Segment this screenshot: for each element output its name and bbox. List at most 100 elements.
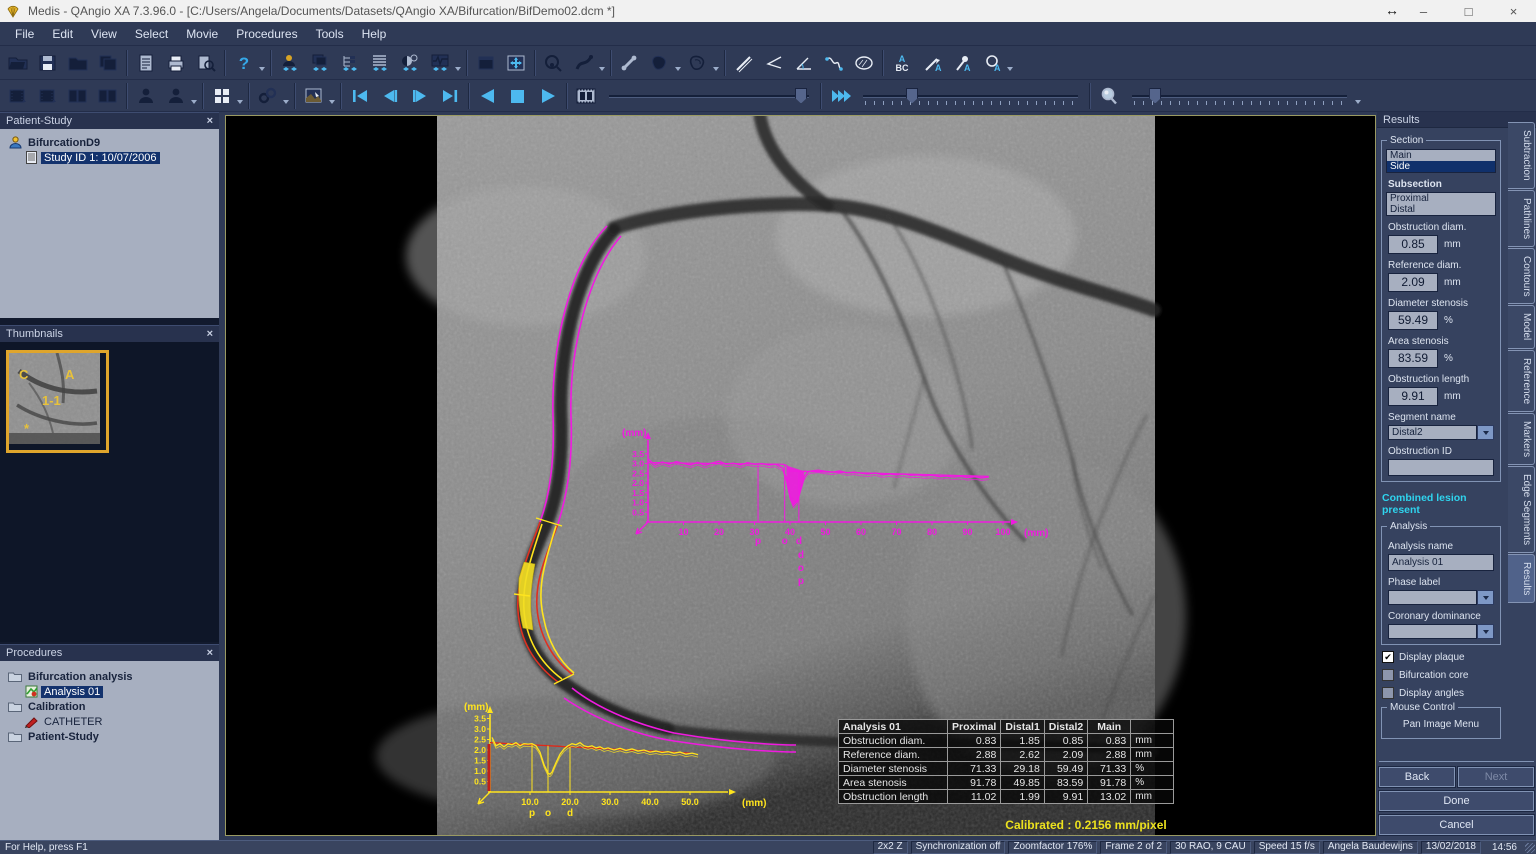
stop-button[interactable] — [503, 82, 533, 110]
checkbox-display-angles[interactable]: Display angles — [1382, 687, 1500, 699]
procedures-tree-label[interactable]: Patient-Study — [25, 731, 102, 743]
patient-list-button[interactable] — [161, 82, 191, 110]
analysis-name-field[interactable]: Analysis 01 — [1388, 554, 1494, 571]
section-option[interactable]: Main — [1387, 150, 1495, 161]
play-reverse-button[interactable] — [473, 82, 503, 110]
menu-view[interactable]: View — [82, 24, 126, 44]
vessel-analysis-button[interactable] — [569, 49, 599, 77]
checkbox-display-plaque[interactable]: ✔Display plaque — [1382, 651, 1500, 663]
next-button[interactable]: Next — [1458, 767, 1534, 787]
print-button[interactable] — [161, 49, 191, 77]
view-2x1-button[interactable] — [63, 82, 93, 110]
tab-subtraction[interactable]: Subtraction — [1508, 122, 1535, 189]
play-button[interactable] — [533, 82, 563, 110]
tab-reference[interactable]: Reference — [1508, 350, 1535, 412]
thumbnail-item[interactable]: CA1-1* — [6, 350, 109, 453]
tab-contours[interactable]: Contours — [1508, 248, 1535, 305]
procedures-tree-label[interactable]: Calibration — [25, 701, 88, 713]
zoom-slider[interactable] — [1132, 87, 1347, 105]
procedures-tree-label[interactable]: CATHETER — [41, 716, 105, 728]
export-button[interactable] — [93, 49, 123, 77]
biplane-analysis-button[interactable] — [683, 49, 713, 77]
viewport-layout-button[interactable] — [207, 82, 237, 110]
distance-measure-button[interactable] — [729, 49, 759, 77]
close-study-button[interactable] — [63, 49, 93, 77]
menu-select[interactable]: Select — [126, 24, 177, 44]
maximize-button[interactable]: □ — [1446, 0, 1491, 22]
patient-tree-item[interactable]: BifurcationD9 — [0, 135, 219, 150]
checkbox-icon[interactable] — [1382, 669, 1394, 681]
checkbox-bifurcation-core[interactable]: Bifurcation core — [1382, 669, 1500, 681]
phase-combo[interactable] — [1388, 590, 1494, 605]
ecg-select-button[interactable] — [425, 49, 455, 77]
menu-edit[interactable]: Edit — [43, 24, 82, 44]
patient-study-close-icon[interactable]: × — [207, 115, 213, 127]
menu-procedures[interactable]: Procedures — [227, 24, 306, 44]
procedures-tree-item[interactable]: Calibration — [0, 699, 219, 714]
report-button[interactable] — [131, 49, 161, 77]
circle-annotation-button-dropdown-icon[interactable] — [1007, 67, 1013, 71]
subsection-option[interactable]: Distal — [1387, 204, 1495, 215]
section-option[interactable]: Side — [1387, 161, 1495, 172]
ventricle-analysis-button[interactable] — [645, 49, 675, 77]
image-tools-button-dropdown-icon[interactable] — [329, 100, 335, 104]
polyline-measure-button[interactable] — [819, 49, 849, 77]
close-button[interactable]: × — [1491, 0, 1536, 22]
help-button-dropdown-icon[interactable] — [259, 67, 265, 71]
resize-grip[interactable] — [1525, 843, 1535, 853]
procedures-tree-item[interactable]: Patient-Study — [0, 729, 219, 744]
cancel-button[interactable]: Cancel — [1379, 815, 1534, 835]
angle-measure-button[interactable] — [759, 49, 789, 77]
mouse-control-value[interactable]: Pan Image Menu — [1386, 716, 1496, 733]
patient-tree-label[interactable]: Study ID 1: 10/07/2006 — [41, 152, 160, 164]
segment-name-combo[interactable]: Distal2 — [1388, 425, 1494, 440]
select-images-button[interactable] — [305, 49, 335, 77]
tab-model[interactable]: Model — [1508, 305, 1535, 348]
help-button[interactable]: ? — [229, 49, 259, 77]
select-list-button[interactable] — [365, 49, 395, 77]
select-patient-button[interactable] — [275, 49, 305, 77]
viewport-layout-button-dropdown-icon[interactable] — [237, 100, 243, 104]
coronary-dominance-dropdown-icon[interactable] — [1477, 624, 1494, 639]
subsection-option[interactable]: Proximal — [1387, 193, 1495, 204]
patient-list-button-dropdown-icon[interactable] — [191, 100, 197, 104]
marker-annotation-button[interactable]: A — [947, 49, 977, 77]
coronary-dominance-combo[interactable] — [1388, 624, 1494, 639]
tab-pathlines[interactable]: Pathlines — [1508, 190, 1535, 247]
link-views-button[interactable] — [253, 82, 283, 110]
area-measure-button[interactable] — [849, 49, 879, 77]
biplane-analysis-button-dropdown-icon[interactable] — [713, 67, 719, 71]
text-annotation-button[interactable]: ABC — [887, 49, 917, 77]
print-preview-button[interactable] — [191, 49, 221, 77]
menu-tools[interactable]: Tools — [307, 24, 353, 44]
play-speed-slider[interactable] — [863, 87, 1078, 105]
select-series-button[interactable] — [335, 49, 365, 77]
back-button[interactable]: Back — [1379, 767, 1455, 787]
frame-position-slider-thumb[interactable] — [795, 88, 807, 104]
frame-position-slider[interactable] — [609, 87, 809, 105]
open-angle-measure-button[interactable] — [789, 49, 819, 77]
patient-tree-label[interactable]: BifurcationD9 — [25, 137, 103, 149]
calibration-button[interactable] — [539, 49, 569, 77]
patient-info-button[interactable] — [131, 82, 161, 110]
window-level-button[interactable] — [395, 49, 425, 77]
image-tools-button[interactable] — [299, 82, 329, 110]
done-button[interactable]: Done — [1379, 791, 1534, 811]
arrow-annotation-button[interactable]: A — [917, 49, 947, 77]
view-1x2-button[interactable] — [33, 82, 63, 110]
segment-analysis-button[interactable] — [615, 49, 645, 77]
new-window-button[interactable] — [471, 49, 501, 77]
obstruction-id-field[interactable] — [1388, 459, 1494, 476]
checkbox-icon[interactable] — [1382, 687, 1394, 699]
view-1x1-button[interactable] — [3, 82, 33, 110]
thumbnails-close-icon[interactable]: × — [207, 328, 213, 340]
menu-file[interactable]: File — [6, 24, 43, 44]
segment-name-dropdown-icon[interactable] — [1477, 425, 1494, 440]
save-button[interactable] — [33, 49, 63, 77]
previous-frame-button[interactable] — [375, 82, 405, 110]
last-frame-button[interactable] — [435, 82, 465, 110]
zoom-slider-dropdown-icon[interactable] — [1355, 100, 1361, 104]
checkbox-icon[interactable]: ✔ — [1382, 651, 1394, 663]
menu-help[interactable]: Help — [353, 24, 396, 44]
play-speed-icon[interactable] — [825, 82, 855, 110]
